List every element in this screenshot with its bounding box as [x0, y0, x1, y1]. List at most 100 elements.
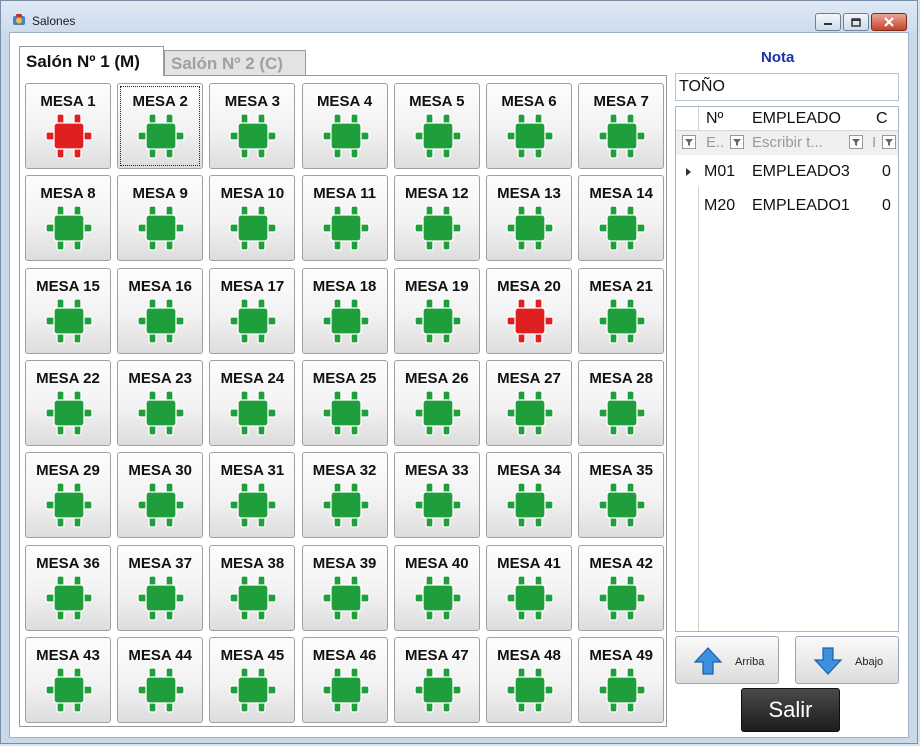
filter-input-c[interactable]: I [872, 134, 876, 151]
mesa-button[interactable]: MESA 31 [209, 452, 296, 539]
close-button[interactable] [871, 13, 907, 31]
mesa-button[interactable]: MESA 33 [393, 452, 480, 539]
mesa-button[interactable]: MESA 36 [25, 544, 111, 631]
free-table-icon [45, 204, 93, 252]
mesa-label: MESA 23 [128, 369, 192, 387]
free-table-icon [137, 204, 185, 252]
column-header-c[interactable]: C [876, 110, 888, 128]
filter-icon[interactable] [882, 135, 896, 149]
free-table-icon [321, 297, 370, 345]
arriba-button[interactable]: Arriba [675, 636, 779, 684]
mesa-button[interactable]: MESA 42 [578, 544, 665, 631]
minimize-button[interactable] [815, 13, 841, 31]
salir-button[interactable]: Salir [741, 688, 840, 732]
mesa-button[interactable]: MESA 20 [486, 267, 572, 354]
mesa-button[interactable]: MESA 15 [25, 267, 111, 354]
free-table-icon [321, 389, 370, 437]
filter-icon[interactable] [682, 135, 696, 149]
mesa-label: MESA 18 [312, 277, 377, 295]
mesa-button[interactable]: MESA 49 [578, 636, 665, 723]
mesa-label: MESA 30 [128, 462, 192, 480]
mesa-button[interactable]: MESA 8 [25, 175, 111, 262]
arrow-up-icon [693, 647, 723, 675]
mesa-button[interactable]: MESA 39 [301, 544, 388, 631]
mesa-button[interactable]: MESA 26 [393, 359, 480, 446]
mesa-label: MESA 10 [220, 185, 285, 203]
mesa-button[interactable]: MESA 12 [393, 175, 480, 262]
cell-numero: M20 [704, 197, 736, 214]
mesa-button[interactable]: MESA 13 [486, 175, 572, 262]
mesa-button[interactable]: MESA 47 [393, 636, 480, 723]
mesa-button[interactable]: MESA 34 [486, 452, 572, 539]
current-row-indicator-icon [686, 168, 691, 176]
mesa-label: MESA 11 [313, 185, 376, 203]
mesa-button[interactable]: MESA 43 [25, 636, 111, 723]
abajo-button[interactable]: Abajo [795, 636, 899, 684]
mesa-button[interactable]: MESA 23 [117, 359, 204, 446]
column-header-empleado[interactable]: EMPLEADO [752, 110, 841, 128]
table-row[interactable]: M20 EMPLEADO1 0 [676, 189, 898, 221]
mesa-label: MESA 32 [312, 462, 377, 480]
mesa-label: MESA 16 [128, 277, 192, 295]
window-content: Salón Nº 1 (M) Salón Nº 2 (C) MESA 1 MESA… [9, 32, 909, 738]
mesa-button[interactable]: MESA 30 [117, 452, 204, 539]
nota-field[interactable]: TOÑO [675, 73, 899, 101]
mesa-button[interactable]: MESA 24 [209, 359, 296, 446]
free-table-icon [229, 574, 278, 622]
mesa-button[interactable]: MESA 10 [209, 175, 296, 262]
mesa-label: MESA 20 [497, 277, 561, 295]
mesa-label: MESA 39 [312, 554, 377, 572]
column-header-numero[interactable]: Nº [706, 110, 723, 128]
mesa-button[interactable]: MESA 3 [209, 83, 296, 169]
mesa-label: MESA 37 [128, 554, 192, 572]
mesa-button[interactable]: MESA 18 [301, 267, 388, 354]
mesa-button[interactable]: MESA 5 [393, 83, 480, 169]
filter-input-empleado[interactable]: Escribir t... [752, 134, 823, 151]
free-table-icon [506, 666, 554, 714]
mesa-button[interactable]: MESA 14 [578, 175, 665, 262]
mesa-button[interactable]: MESA 7 [578, 83, 665, 169]
mesa-button[interactable]: MESA 4 [301, 83, 388, 169]
mesa-button[interactable]: MESA 41 [486, 544, 572, 631]
free-table-icon [137, 297, 185, 345]
free-table-icon [598, 574, 646, 622]
mesa-button[interactable]: MESA 35 [578, 452, 665, 539]
free-table-icon [321, 574, 370, 622]
mesa-button[interactable]: MESA 40 [393, 544, 480, 631]
mesa-button[interactable]: MESA 17 [209, 267, 296, 354]
mesa-button[interactable]: MESA 29 [25, 452, 111, 539]
mesa-button[interactable]: MESA 28 [578, 359, 665, 446]
mesa-button[interactable]: MESA 22 [25, 359, 111, 446]
mesa-button[interactable]: MESA 19 [393, 267, 480, 354]
minimize-icon [816, 14, 840, 30]
tab-salon-1[interactable]: Salón Nº 1 (M) [19, 46, 164, 76]
mesa-label: MESA 1 [40, 93, 96, 110]
mesa-button[interactable]: MESA 48 [486, 636, 572, 723]
mesa-button[interactable]: MESA 11 [301, 175, 388, 262]
filter-input-numero[interactable]: E.. [706, 134, 724, 151]
maximize-button[interactable] [843, 13, 869, 31]
mesa-button[interactable]: MESA 25 [301, 359, 388, 446]
mesa-button[interactable]: MESA 1 [25, 83, 111, 169]
mesa-button[interactable]: MESA 32 [301, 452, 388, 539]
mesa-button[interactable]: MESA 16 [117, 267, 204, 354]
arrow-down-icon [813, 647, 843, 675]
filter-icon[interactable] [849, 135, 863, 149]
mesa-label: MESA 15 [36, 277, 100, 295]
mesa-button[interactable]: MESA 38 [209, 544, 296, 631]
free-table-icon [229, 481, 278, 529]
filter-icon[interactable] [730, 135, 744, 149]
mesa-button[interactable]: MESA 2 [117, 83, 204, 169]
mesa-button[interactable]: MESA 9 [117, 175, 204, 262]
mesa-button[interactable]: MESA 45 [209, 636, 296, 723]
mesa-button[interactable]: MESA 46 [301, 636, 388, 723]
mesa-button[interactable]: MESA 6 [486, 83, 572, 169]
mesa-button[interactable]: MESA 21 [578, 267, 665, 354]
mesa-button[interactable]: MESA 27 [486, 359, 572, 446]
mesa-button[interactable]: MESA 37 [117, 544, 204, 631]
app-icon [13, 14, 25, 25]
free-table-icon [414, 574, 462, 622]
tab-salon-2[interactable]: Salón Nº 2 (C) [164, 50, 306, 76]
table-row[interactable]: M01 EMPLEADO3 0 [676, 155, 898, 187]
mesa-button[interactable]: MESA 44 [117, 636, 204, 723]
